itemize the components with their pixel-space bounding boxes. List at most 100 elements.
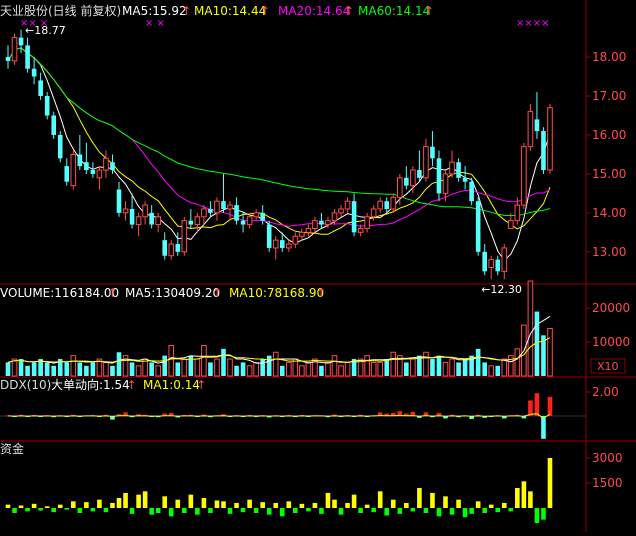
fund-bar	[5, 504, 11, 508]
fund-bar	[129, 508, 135, 514]
fund-bar	[443, 496, 448, 508]
fund-bar	[90, 508, 96, 512]
volume-bar-up	[181, 358, 188, 377]
ddx-bar	[541, 416, 546, 439]
candle-body-down	[149, 212, 154, 225]
candle-body-up	[155, 216, 161, 226]
candle-body-up	[442, 173, 449, 194]
candle-body-up	[390, 196, 397, 210]
price-axis-label: 13.00	[592, 245, 626, 259]
fund-bar	[136, 494, 141, 508]
chart-canvas[interactable]: 18.0017.0016.0015.0014.0013.00←18.77←12.…	[0, 0, 636, 532]
volume-bar-up	[285, 361, 292, 377]
candle-body-down	[175, 244, 181, 252]
candle-body-down	[162, 240, 168, 256]
candle-body-up	[423, 146, 429, 179]
fund-bar	[253, 508, 259, 513]
fund-bar	[168, 508, 174, 517]
stock-chart-window: 18.00 17.00 16.00 15.00 14.00 13.00 ←18.77 ←12.…	[0, 0, 636, 532]
ddx-bar	[534, 393, 540, 416]
candle-body-down	[208, 208, 213, 213]
volume-unit-badge: X10	[597, 360, 619, 373]
fund-bar	[38, 508, 43, 511]
fund-axis-label: 3000	[592, 451, 623, 465]
volume-bar-up	[488, 365, 495, 377]
candle-body-up	[201, 208, 207, 218]
candle-body-down	[417, 170, 422, 178]
fund-bar	[64, 508, 70, 510]
volume-bar-up	[527, 280, 534, 377]
candle-body-down	[534, 119, 540, 132]
candle-body-down	[57, 134, 63, 159]
fund-bar	[364, 504, 370, 508]
candle-body-down	[188, 220, 194, 225]
candle-body-down	[404, 177, 409, 186]
candle-body-up	[488, 259, 495, 268]
candle-body-up	[168, 243, 175, 257]
candle-body-up	[70, 153, 77, 187]
volume-bar-down	[436, 355, 442, 376]
fund-bar	[541, 508, 546, 520]
fund-bar	[84, 502, 89, 508]
volume-bar-down	[64, 362, 70, 376]
fund-bar	[123, 493, 128, 508]
candle-body-down	[110, 162, 115, 171]
fund-bar	[221, 501, 226, 508]
candle-body-down	[469, 181, 474, 202]
candle-body-up	[122, 208, 129, 214]
volume-axis-label: 20000	[592, 301, 630, 315]
volume-bar-up	[168, 344, 175, 377]
candle-body-down	[84, 162, 89, 171]
fund-bar	[449, 508, 455, 515]
fund-bar	[325, 493, 331, 508]
candle-body-down	[462, 177, 468, 182]
up-arrow-icon: ↑	[196, 378, 206, 392]
fund-bar	[528, 491, 533, 508]
candle-body-down	[234, 205, 239, 221]
volume-bar-down	[129, 362, 135, 376]
volume-bar-up	[299, 365, 305, 377]
volume-bar-up	[70, 355, 77, 377]
ma5-line	[7, 47, 551, 262]
fund-bar	[142, 491, 148, 508]
candle-body-down	[90, 170, 96, 174]
fund-bar	[110, 503, 115, 508]
fund-bar	[25, 508, 30, 512]
fund-bar	[195, 508, 200, 515]
fund-bar	[495, 508, 501, 513]
fund-bar	[51, 508, 57, 513]
volume-bar-down	[462, 359, 468, 376]
fund-bar	[384, 508, 390, 516]
fund-bar	[377, 491, 383, 508]
fund-bar	[515, 488, 520, 508]
candle-body-up	[312, 220, 318, 229]
fund-bar	[31, 503, 37, 508]
fund-bar	[436, 508, 442, 517]
volume-bar-up	[547, 328, 553, 377]
volume-bar-up	[214, 358, 220, 377]
candle-body-down	[436, 158, 442, 194]
volume-bar-down	[221, 348, 226, 376]
volume-bar-down	[175, 362, 181, 376]
candle-body-down	[51, 115, 57, 135]
price-axis-label: 16.00	[592, 128, 626, 142]
fund-bar	[273, 503, 279, 508]
candle-body-up	[103, 157, 109, 171]
fund-bar	[469, 508, 474, 514]
candle-body-up	[547, 107, 553, 171]
candle-body-up	[410, 169, 416, 187]
ddx-legend-item: MA1:0.14	[143, 378, 200, 392]
candle-body-up	[325, 220, 331, 226]
volume-bar-down	[51, 365, 57, 376]
up-arrow-icon: ↑	[344, 4, 354, 18]
volume-legend-item: MA10:78168.90	[229, 286, 324, 300]
fund-bar	[293, 508, 298, 513]
fund-bar	[430, 493, 435, 508]
price-axis-label: 14.00	[592, 206, 626, 220]
fund-bar	[12, 508, 17, 513]
volume-bar-down	[404, 362, 409, 376]
up-arrow-icon: ↑	[260, 4, 270, 18]
fund-bar	[71, 501, 76, 508]
chart-title: 天业股份(日线 前复权)	[0, 3, 121, 18]
signal-markers-mid: × ×	[145, 18, 165, 29]
